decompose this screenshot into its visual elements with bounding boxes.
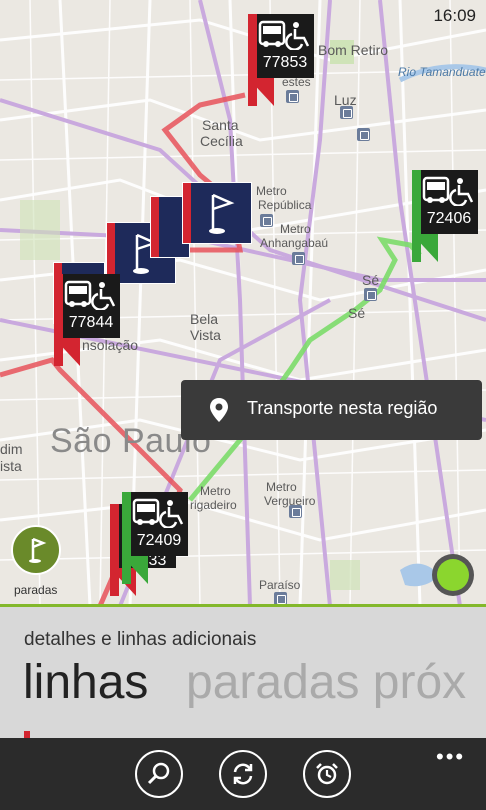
map-label-metro-brigadeiro: Metro <box>200 484 231 498</box>
map-label-cecilia: Cecília <box>200 133 243 149</box>
status-time: 16:09 <box>433 6 476 25</box>
bus-marker-77844[interactable]: 77844 <box>54 274 120 366</box>
pivot-tab-paradas[interactable]: paradas próx <box>186 655 466 710</box>
details-panel[interactable]: detalhes e linhas adicionais linhas para… <box>0 607 486 740</box>
metro-station-icon[interactable] <box>357 128 370 141</box>
bus-marker-77853[interactable]: 77853 <box>248 14 314 106</box>
refresh-button[interactable] <box>219 750 267 798</box>
location-pin-icon <box>210 398 228 422</box>
app-bar: ••• <box>0 738 486 810</box>
map-label-bom-retiro: Bom Retiro <box>318 42 389 58</box>
pivot-tab-linhas[interactable]: linhas <box>23 655 148 710</box>
map-label-rio: Rio Tamanduate <box>398 65 486 79</box>
tooltip-label: Transporte nesta região <box>247 398 438 418</box>
map-label-se-1: Sé <box>362 272 380 288</box>
bus-marker-72406[interactable]: 72406 <box>412 170 478 262</box>
search-icon <box>147 762 170 785</box>
map-label-metro-anhangabau: Metro <box>280 222 311 236</box>
map-label-metro-republica: Metro <box>256 184 287 198</box>
alarm-button[interactable] <box>303 750 351 798</box>
metro-station-icon[interactable] <box>364 288 377 301</box>
map-label-vista: Vista <box>190 327 221 343</box>
flag-icon <box>29 537 47 563</box>
map-label-se-2: Sé <box>348 305 366 321</box>
metro-station-icon[interactable] <box>340 106 353 119</box>
map-label-republica: República <box>258 198 312 212</box>
my-location-button[interactable] <box>432 554 474 596</box>
more-menu-button[interactable]: ••• <box>436 744 465 770</box>
bus-marker-72409[interactable]: 72409 <box>122 492 188 584</box>
alarm-clock-icon <box>316 763 338 785</box>
map-label-metro-vergueiro: Metro <box>266 480 297 494</box>
metro-station-icon[interactable] <box>292 252 305 265</box>
transport-region-tooltip[interactable]: Transporte nesta região <box>181 380 482 440</box>
map-label-santa: Santa <box>202 117 239 133</box>
metro-station-icon[interactable] <box>289 505 302 518</box>
bus-number: 72406 <box>426 210 472 227</box>
paradas-label: paradas <box>14 583 58 597</box>
bus-wheelchair-icon <box>258 20 310 50</box>
my-location-icon <box>437 559 469 591</box>
bus-number: 77853 <box>262 54 308 71</box>
bus-number: 77844 <box>68 314 114 331</box>
refresh-icon <box>233 763 253 785</box>
paradas-button[interactable] <box>11 525 61 575</box>
metro-station-icon[interactable] <box>260 214 273 227</box>
bus-wheelchair-icon <box>132 498 184 528</box>
map-label-dim: dim <box>0 441 23 457</box>
panel-subtitle: detalhes e linhas adicionais <box>24 629 257 650</box>
bus-number: 72409 <box>136 532 182 549</box>
bus-wheelchair-icon <box>64 280 116 310</box>
map-label-bela: Bela <box>190 311 219 327</box>
map-view[interactable]: Bom Retiro Rio Tamanduate Luz estes Sant… <box>0 0 486 606</box>
bus-stop-marker[interactable] <box>182 182 252 244</box>
flag-icon <box>209 193 235 234</box>
map-label-ista: ista <box>0 458 22 474</box>
bus-wheelchair-icon <box>422 176 474 206</box>
map-label-paraiso: Paraíso <box>259 578 301 592</box>
map-label-anhangabau: Anhangabaú <box>260 236 329 250</box>
search-button[interactable] <box>135 750 183 798</box>
map-label-brigadeiro: rigadeiro <box>190 498 237 512</box>
